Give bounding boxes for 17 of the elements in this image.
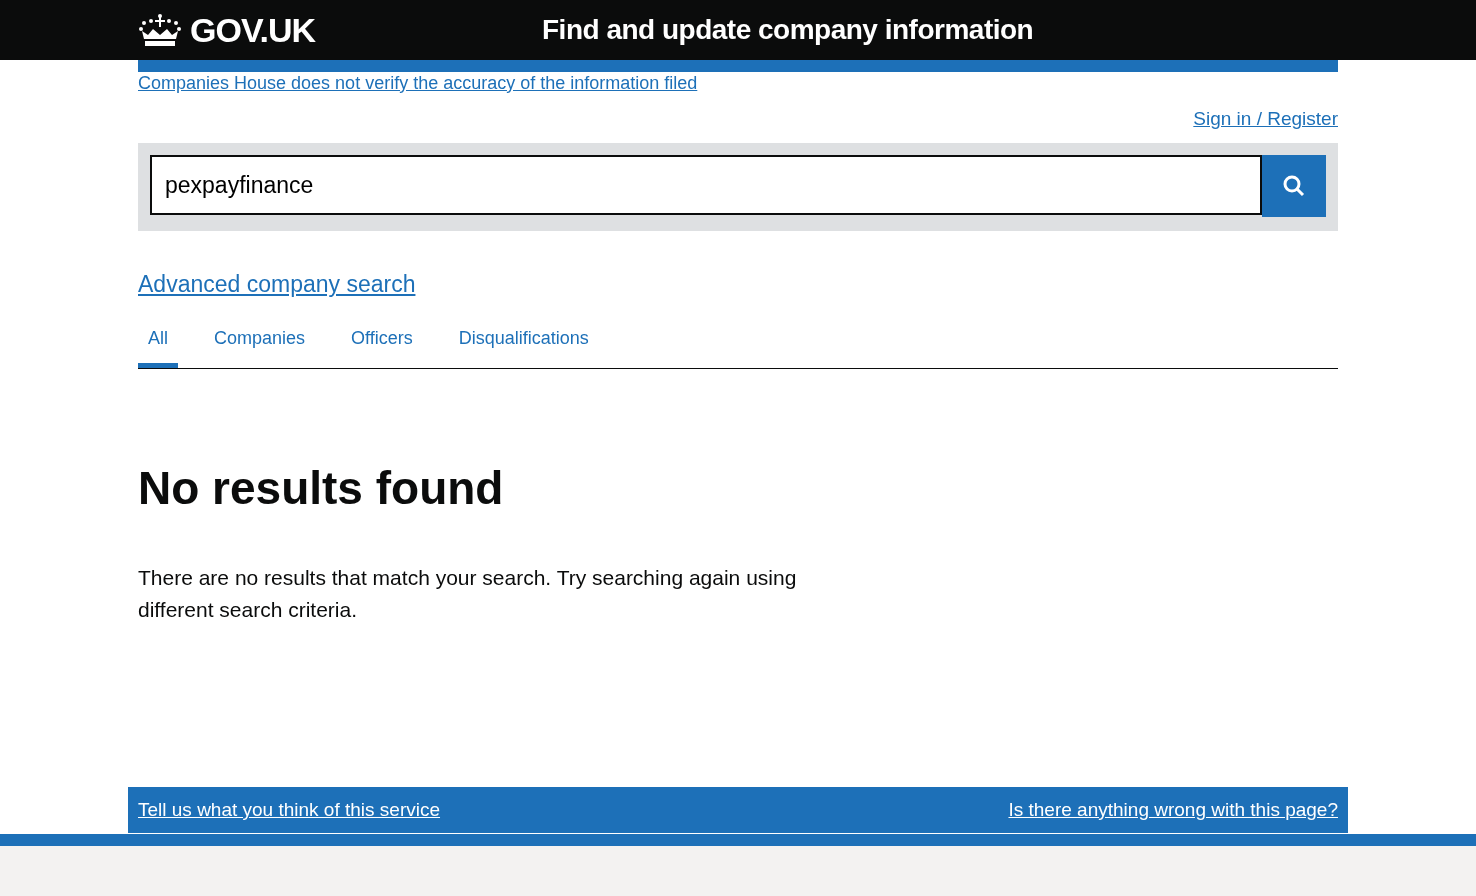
sign-in-link[interactable]: Sign in / Register — [1193, 108, 1338, 129]
search-icon — [1282, 174, 1306, 198]
notice-link[interactable]: Companies House does not verify the accuracy of the information filed — [138, 73, 698, 94]
results-tab[interactable]: Officers — [341, 316, 423, 368]
results-tab[interactable]: Disqualifications — [448, 316, 599, 368]
crown-icon — [138, 13, 182, 47]
feedback-link[interactable]: Tell us what you think of this service — [138, 799, 441, 821]
govuk-logo-link[interactable]: GOV.UK — [190, 10, 315, 50]
report-problem-link[interactable]: Is there anything wrong with this page? — [1008, 799, 1338, 821]
advanced-search-link[interactable]: Advanced company search — [138, 271, 416, 297]
page-heading: No results found — [138, 461, 505, 516]
no-results-message: There are no results that match your search. Try searching again using different search criteria. — [138, 565, 798, 623]
results-tab[interactable]: Companies — [204, 316, 316, 368]
results-tab[interactable]: All — [138, 316, 178, 368]
search-field[interactable]: pexpayfinance — [150, 155, 1262, 215]
search-button[interactable] — [1262, 155, 1326, 217]
service-name-link[interactable]: Find and update company information — [542, 14, 1034, 46]
